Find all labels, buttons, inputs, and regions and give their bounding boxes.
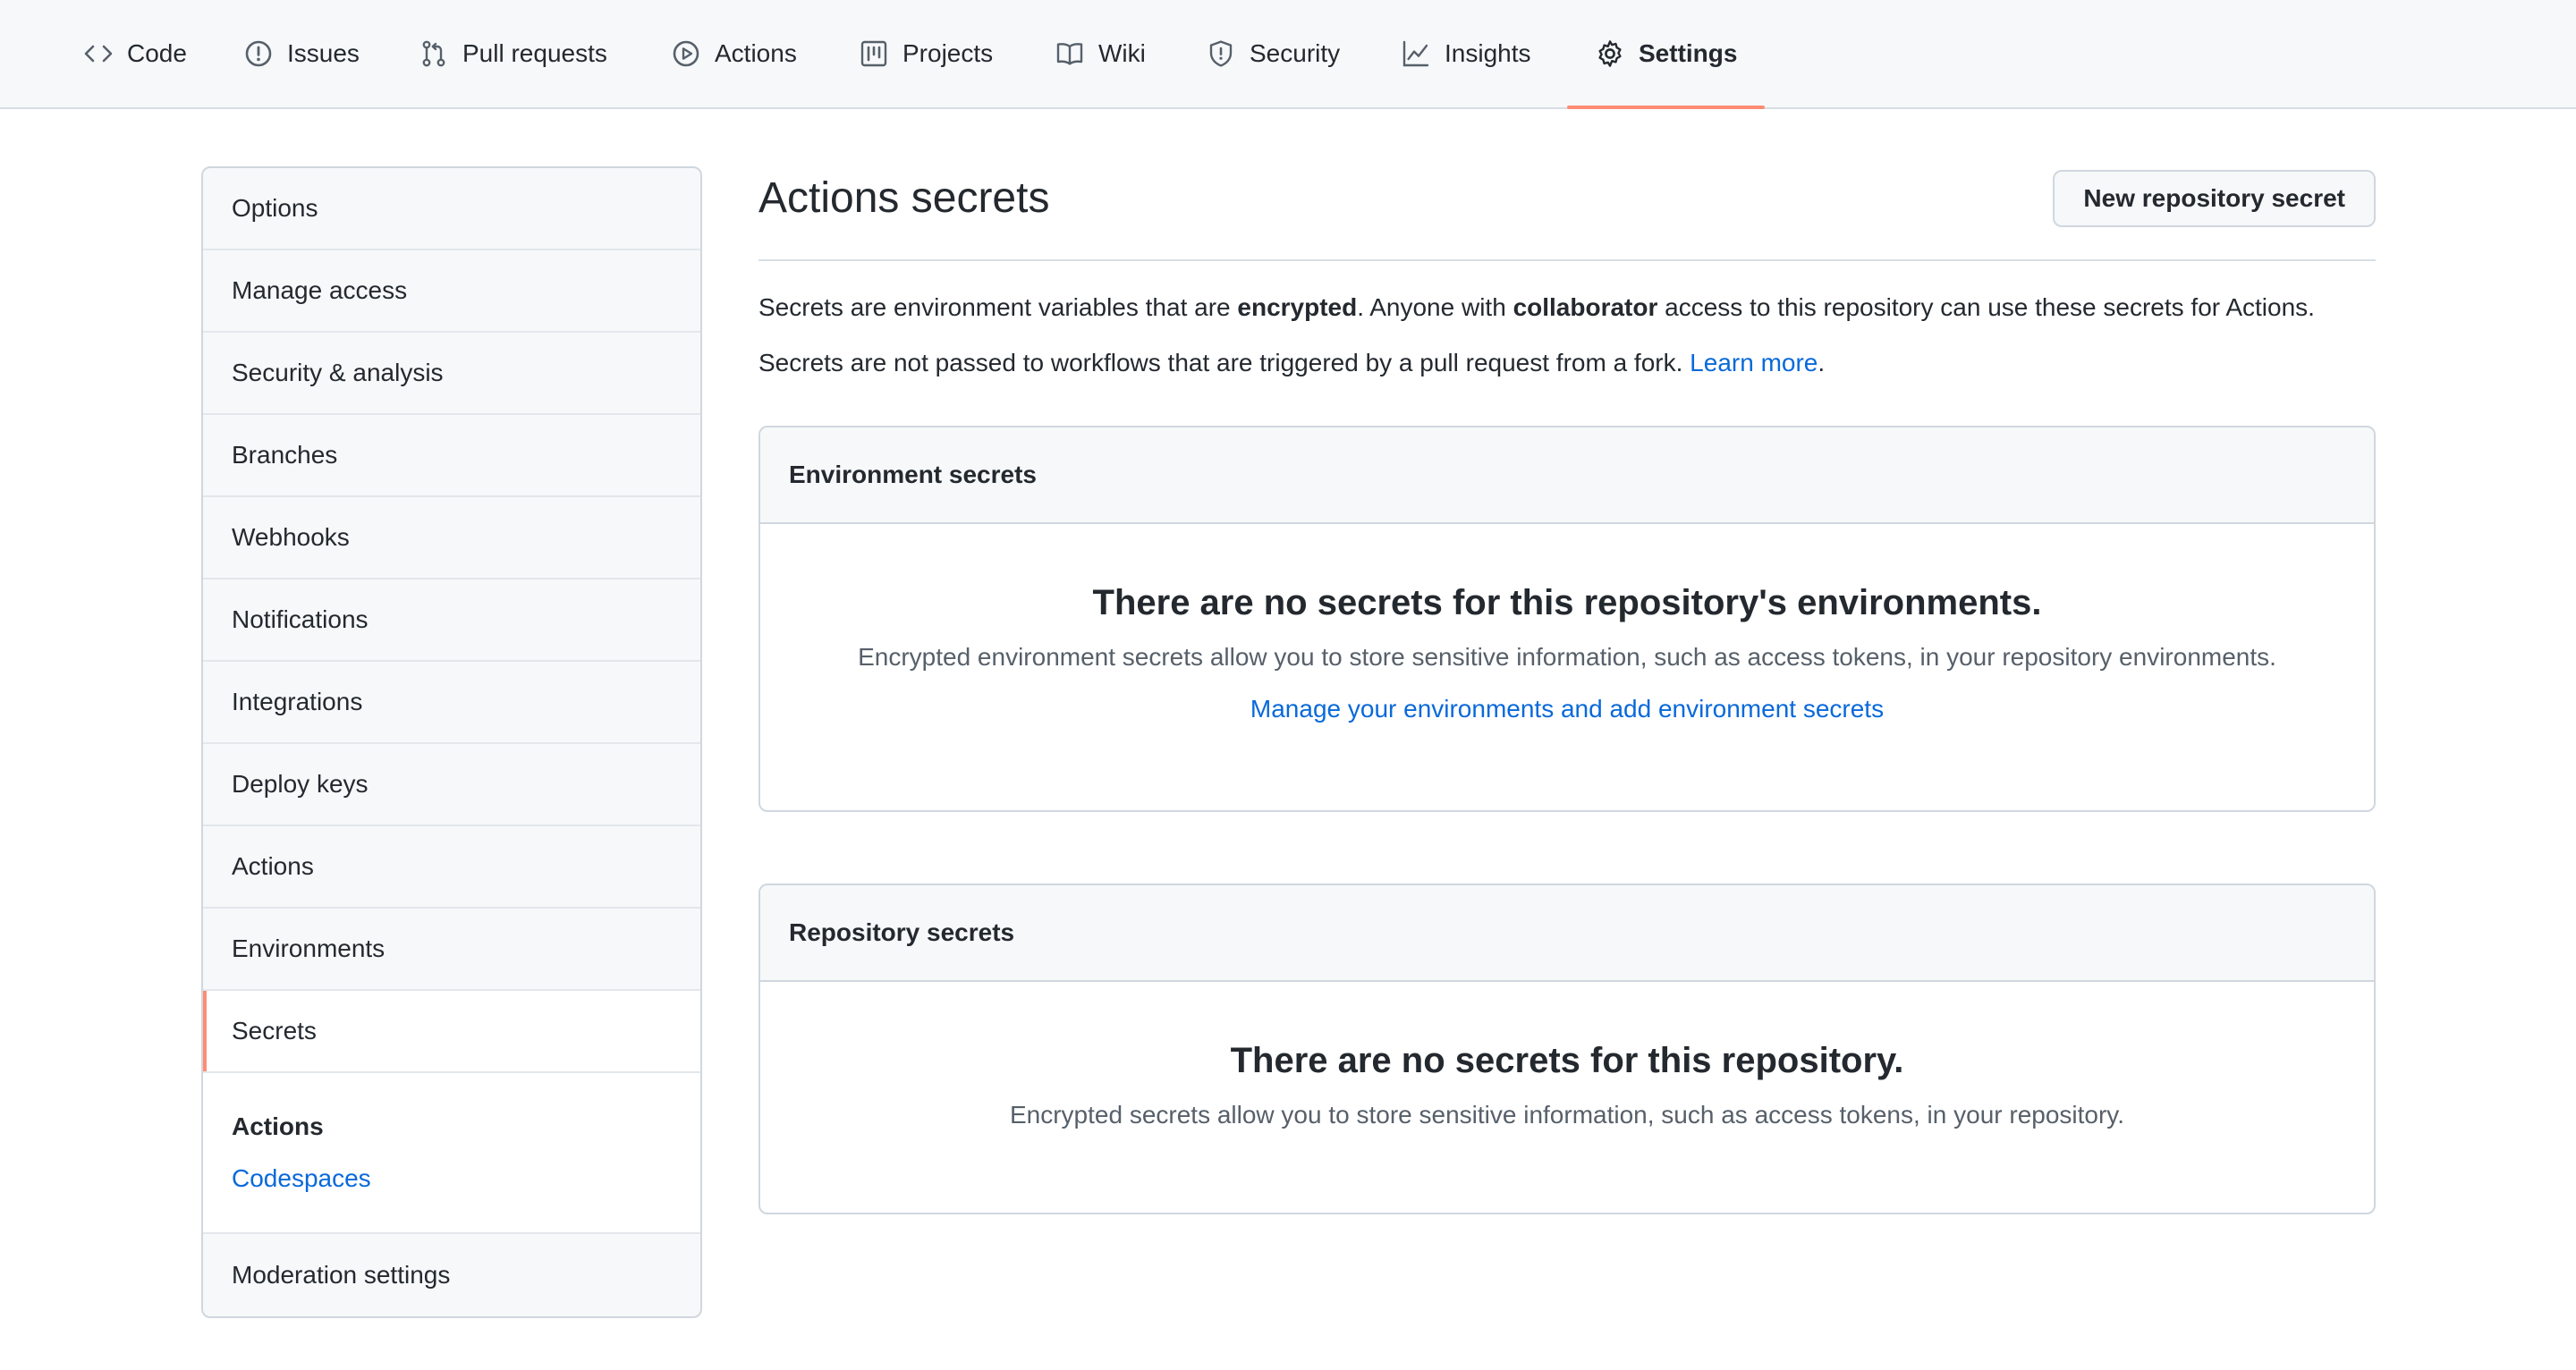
repository-secrets-header: Repository secrets [760, 885, 2374, 982]
sidebar-item-manage-access[interactable]: Manage access [203, 250, 700, 333]
tab-settings[interactable]: Settings [1567, 0, 1765, 109]
sidebar-item-label: Integrations [232, 688, 363, 715]
blankslate-title: There are no secrets for this repository… [1092, 583, 2042, 622]
tab-label: Wiki [1098, 39, 1146, 67]
sidebar-item-label: Notifications [232, 605, 369, 633]
sidebar-subitem-actions[interactable]: Actions [232, 1109, 672, 1145]
project-icon [860, 39, 888, 68]
tab-security[interactable]: Security [1178, 0, 1368, 107]
tab-insights[interactable]: Insights [1373, 0, 1560, 107]
sidebar-subitem-codespaces[interactable]: Codespaces [232, 1161, 371, 1197]
learn-more-link[interactable]: Learn more [1690, 349, 1818, 376]
desc-text: . Anyone with [1357, 293, 1513, 321]
book-icon [1055, 39, 1084, 68]
desc-text: Secrets are environment variables that a… [758, 293, 1238, 321]
play-icon [672, 39, 700, 68]
sidebar-item-actions[interactable]: Actions [203, 826, 700, 909]
gear-icon [1596, 39, 1624, 68]
sidebar-item-label: Branches [232, 441, 338, 469]
desc-text: . [1818, 349, 1826, 376]
tab-label: Projects [902, 39, 994, 67]
sidebar-item-label: Security & analysis [232, 359, 444, 386]
sidebar-item-branches[interactable]: Branches [203, 415, 700, 497]
sidebar-item-label: Secrets [232, 1017, 317, 1044]
settings-sidebar: Options Manage access Security & analysi… [201, 166, 702, 1318]
tab-label: Insights [1445, 39, 1531, 67]
issue-icon [244, 39, 273, 68]
sidebar-item-notifications[interactable]: Notifications [203, 579, 700, 662]
sidebar-secrets-subgroup: Actions Codespaces [203, 1073, 700, 1234]
secrets-description: Secrets are environment variables that a… [758, 290, 2315, 326]
sidebar-item-webhooks[interactable]: Webhooks [203, 497, 700, 579]
desc-bold-encrypted: encrypted [1237, 293, 1358, 321]
blankslate-title: There are no secrets for this repository… [1230, 1041, 1904, 1080]
repository-secrets-blankslate: There are no secrets for this repository… [760, 1041, 2374, 1129]
pull-request-icon [419, 39, 448, 68]
environment-secrets-blankslate: There are no secrets for this repository… [760, 583, 2374, 723]
new-repository-secret-button[interactable]: New repository secret [2053, 170, 2376, 227]
tab-label: Security [1250, 39, 1341, 67]
sidebar-item-label: Options [232, 194, 318, 222]
blankslate-description: Encrypted environment secrets allow you … [858, 643, 2276, 671]
sidebar-item-label: Environments [232, 934, 386, 962]
desc-text: access to this repository can use these … [1657, 293, 2315, 321]
sidebar-item-options[interactable]: Options [203, 168, 700, 250]
sidebar-item-deploy-keys[interactable]: Deploy keys [203, 744, 700, 826]
repo-nav: Code Issues Pull requests Actions Projec… [0, 0, 2576, 109]
tab-projects[interactable]: Projects [831, 0, 1021, 107]
tab-label: Issues [287, 39, 360, 67]
desc-text: Secrets are not passed to workflows that… [758, 349, 1690, 376]
tab-pull-requests[interactable]: Pull requests [391, 0, 636, 107]
sidebar-item-secrets[interactable]: Secrets [203, 991, 700, 1073]
tab-issues[interactable]: Issues [216, 0, 388, 107]
repository-secrets-box: Repository secrets There are no secrets … [758, 884, 2376, 1214]
manage-environments-link[interactable]: Manage your environments and add environ… [1250, 695, 1884, 723]
sidebar-item-integrations[interactable]: Integrations [203, 662, 700, 744]
sidebar-item-label: Deploy keys [232, 770, 369, 798]
tab-label: Pull requests [462, 39, 607, 67]
code-icon [84, 39, 113, 68]
page-title: Actions secrets [758, 174, 1050, 222]
environment-secrets-box: Environment secrets There are no secrets… [758, 426, 2376, 812]
sidebar-item-environments[interactable]: Environments [203, 909, 700, 991]
fork-description: Secrets are not passed to workflows that… [758, 345, 1825, 381]
shield-icon [1207, 39, 1235, 68]
tab-label: Code [127, 39, 187, 67]
sidebar-item-label: Actions [232, 852, 314, 880]
desc-bold-collaborator: collaborator [1513, 293, 1658, 321]
sidebar-item-moderation-settings[interactable]: Moderation settings [203, 1234, 700, 1316]
tab-code[interactable]: Code [55, 0, 216, 107]
sidebar-item-security-analysis[interactable]: Security & analysis [203, 333, 700, 415]
sidebar-item-label: Webhooks [232, 523, 350, 551]
tab-wiki[interactable]: Wiki [1027, 0, 1174, 107]
blankslate-description: Encrypted secrets allow you to store sen… [1009, 1101, 2125, 1129]
graph-icon [1402, 39, 1430, 68]
tab-label: Actions [715, 39, 797, 67]
sidebar-item-label: Moderation settings [232, 1261, 451, 1289]
sidebar-item-label: Manage access [232, 276, 408, 304]
tab-label: Settings [1639, 39, 1738, 67]
title-divider [758, 259, 2376, 261]
tab-actions[interactable]: Actions [643, 0, 826, 107]
environment-secrets-header: Environment secrets [760, 427, 2374, 524]
